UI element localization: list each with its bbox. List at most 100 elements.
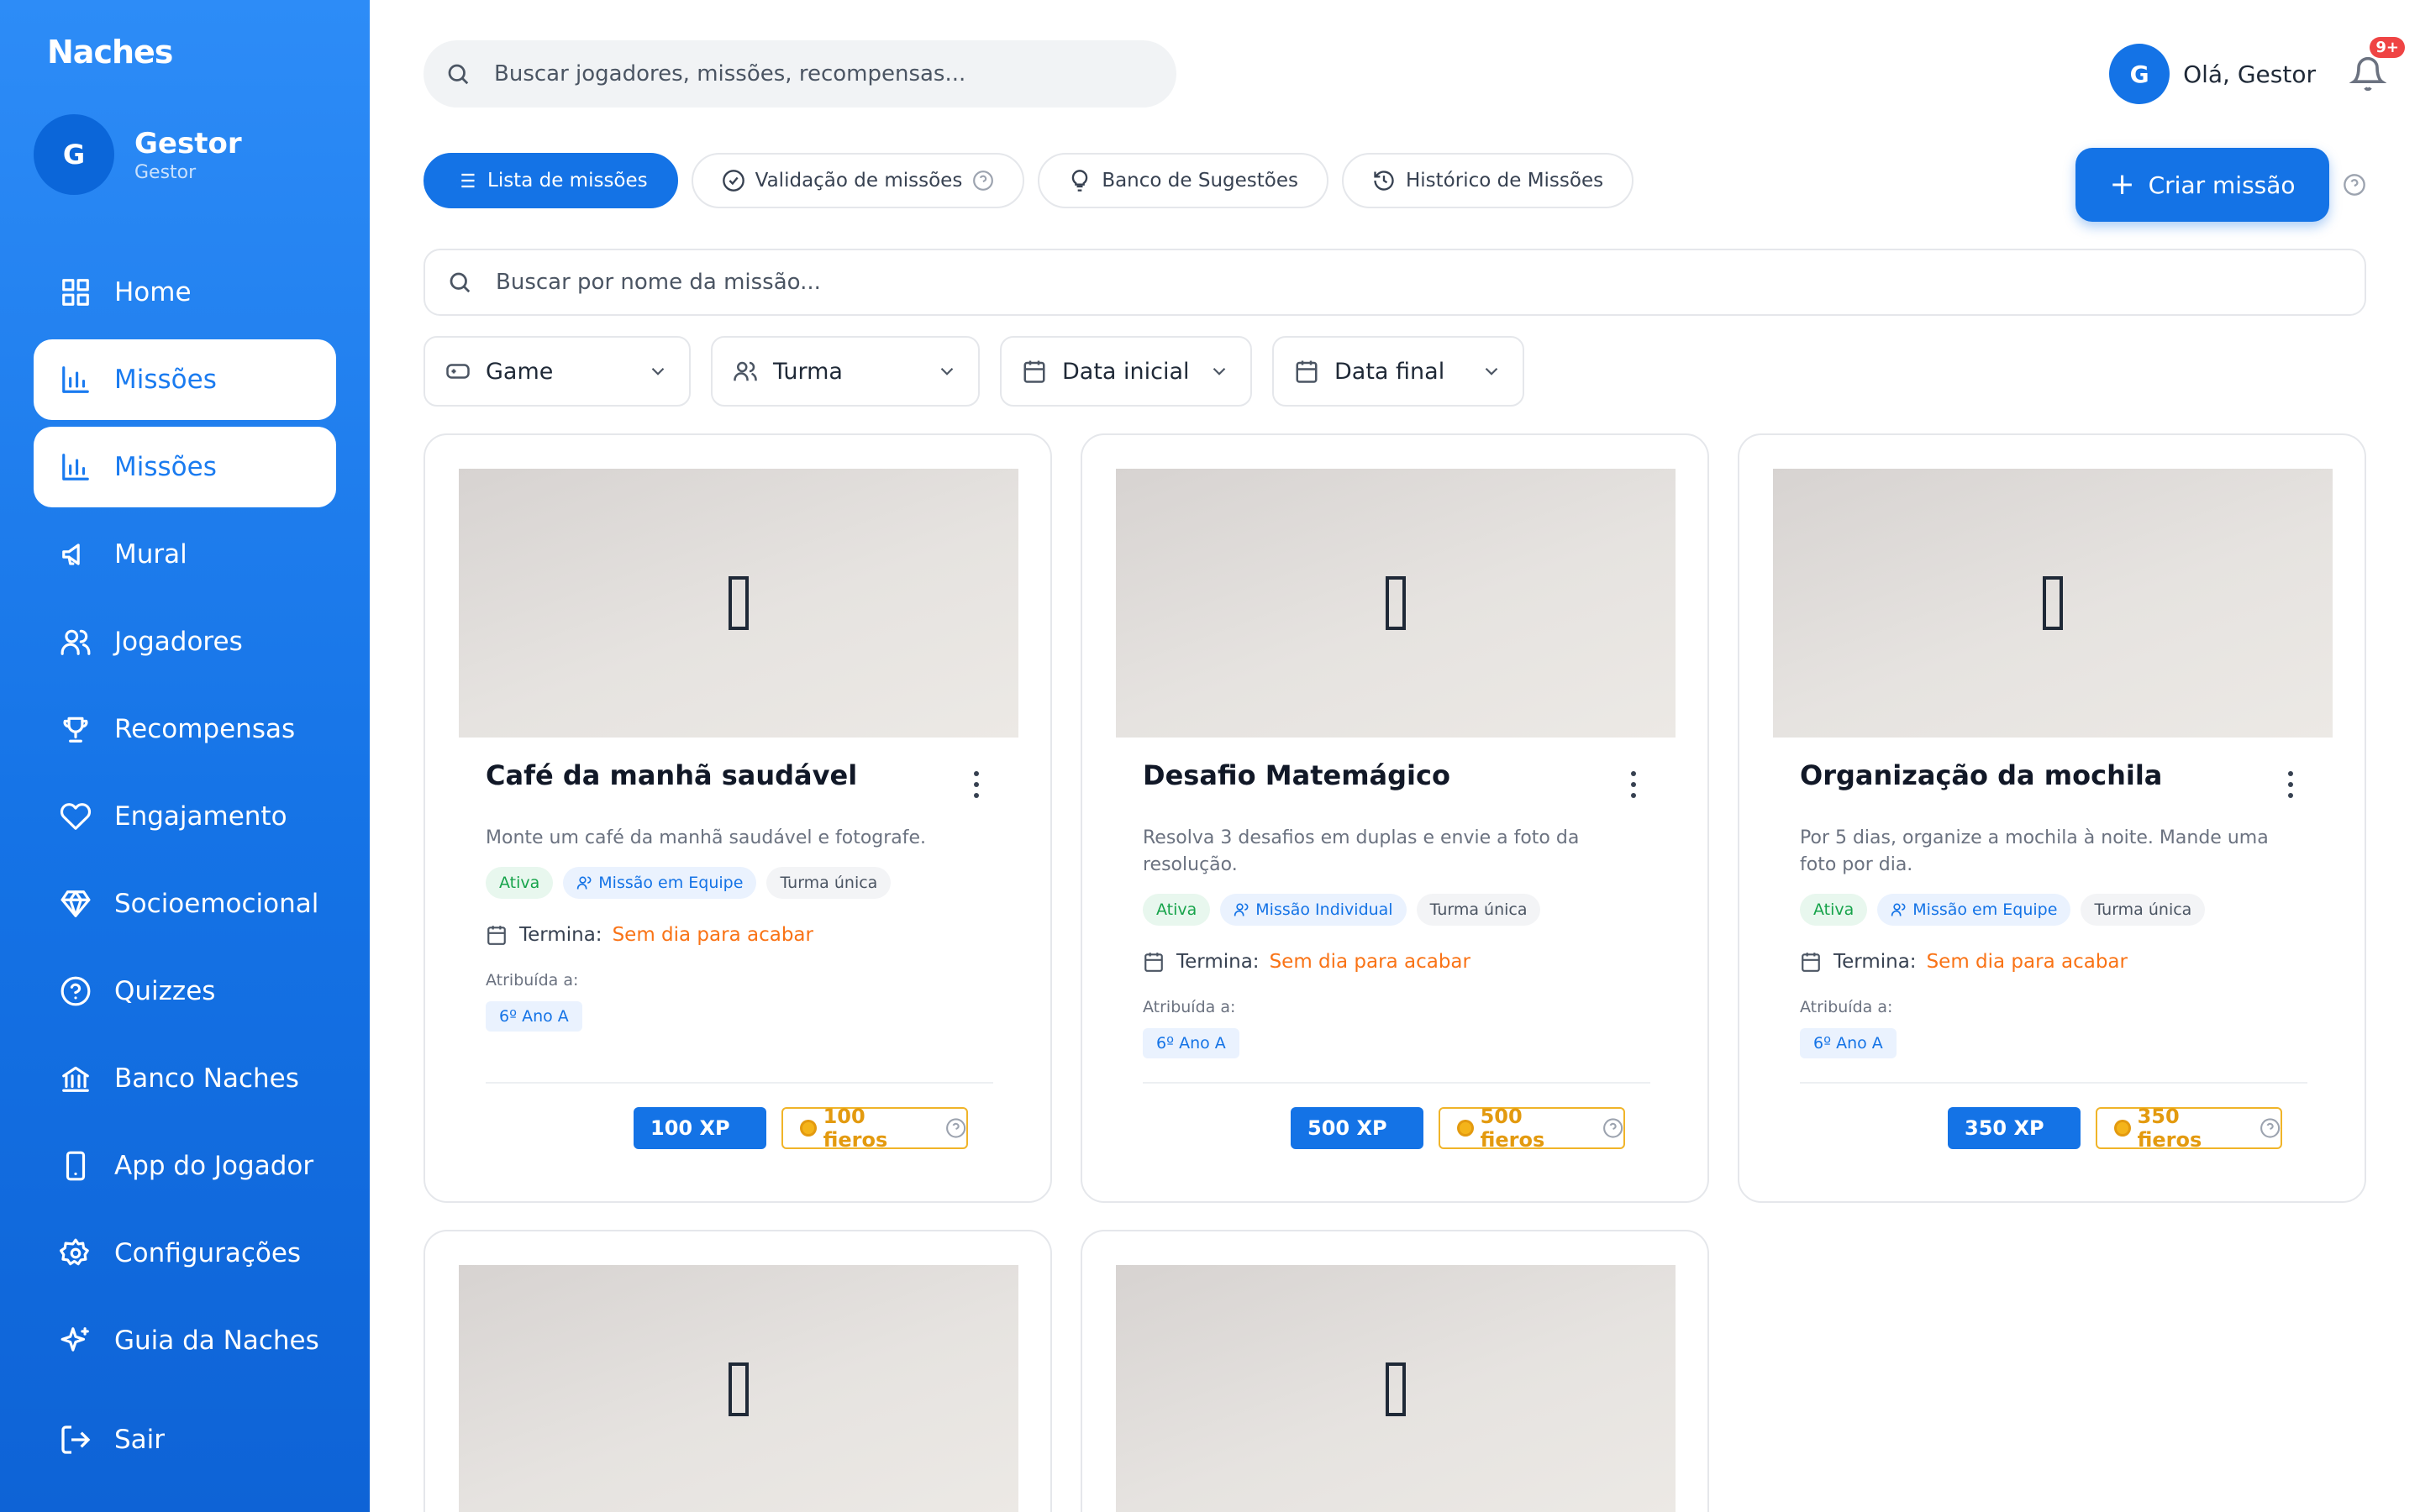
search-placeholder: Buscar por nome da missão... (496, 270, 821, 295)
tab-banco-sugestoes[interactable]: Banco de Sugestões (1038, 153, 1328, 208)
naches-logo[interactable]: Naches (47, 34, 173, 71)
logout-label: Sair (114, 1425, 166, 1455)
more-options-icon[interactable] (1625, 768, 1642, 801)
filter-bar: Game Turma Data inicial Data final (424, 336, 1544, 407)
mission-end-date: Termina: Sem dia para acabar (1143, 951, 1650, 973)
chevron-down-icon (1213, 367, 1226, 375)
assigned-label: Atribuída a: (486, 971, 579, 990)
sidebar-item-label: Missões (114, 452, 217, 482)
avatar[interactable]: G (2109, 44, 2170, 104)
tab-validacao-missoes[interactable]: Validação de missões (691, 153, 1025, 208)
sidebar-item-banco-naches[interactable]: Banco Naches (34, 1038, 336, 1119)
mission-tabs: Lista de missões Validação de missões Ba… (424, 153, 1647, 208)
tab-historico-missoes[interactable]: Histórico de Missões (1342, 153, 1634, 208)
sidebar: Naches G Gestor Gestor Home Missões Miss… (0, 0, 370, 1512)
users-icon (734, 361, 757, 381)
filter-data-final[interactable]: Data final (1272, 336, 1524, 407)
sidebar-item-app-jogador[interactable]: App do Jogador (34, 1126, 336, 1206)
sidebar-item-label: Socioemocional (114, 889, 319, 919)
search-icon (450, 272, 471, 293)
mission-image (459, 1265, 1018, 1512)
mission-end-date: Termina: Sem dia para acabar (1800, 951, 2307, 973)
help-icon[interactable] (2343, 173, 2366, 197)
filter-game[interactable]: Game (424, 336, 691, 407)
sidebar-item-recompensas[interactable]: Recompensas (34, 689, 336, 769)
filter-data-inicial[interactable]: Data inicial (1000, 336, 1252, 407)
users-icon (1891, 903, 1906, 916)
sidebar-item-home[interactable]: Home (34, 252, 336, 333)
gear-icon (59, 1236, 92, 1270)
chevron-down-icon (940, 367, 954, 375)
plus-icon: + (2109, 167, 2135, 202)
sidebar-item-label: App do Jogador (114, 1151, 314, 1181)
ends-label: Termina: (1176, 951, 1260, 973)
status-badge: Ativa (1143, 894, 1211, 926)
sidebar-item-missions-2[interactable]: Missões (34, 427, 336, 507)
xp-badge: 350 XP (1948, 1107, 2081, 1149)
broken-image-icon (2043, 576, 2063, 630)
coins-label: 100 fieros (823, 1105, 888, 1152)
mission-card[interactable]: Desafio Matemágico Resolva 3 desafios em… (1081, 433, 1709, 1203)
mission-card[interactable] (424, 1230, 1052, 1512)
tab-label: Validação de missões (755, 170, 963, 192)
chevron-down-icon (1485, 367, 1498, 375)
help-icon[interactable] (2260, 1117, 2281, 1139)
filter-turma[interactable]: Turma (711, 336, 980, 407)
sidebar-item-mural[interactable]: Mural (34, 514, 336, 595)
profile-name: Gestor (134, 126, 242, 160)
history-icon (1374, 171, 1394, 191)
mission-type-badge: Missão em Equipe (563, 867, 757, 899)
tab-label: Lista de missões (487, 170, 648, 192)
mission-card[interactable]: Café da manhã saudável Monte um café da … (424, 433, 1052, 1203)
sidebar-item-configuracoes[interactable]: Configurações (34, 1213, 336, 1294)
sidebar-item-jogadores[interactable]: Jogadores (34, 601, 336, 682)
trophy-icon (59, 712, 92, 746)
sidebar-item-label: Configurações (114, 1238, 302, 1268)
search-placeholder: Buscar jogadores, missões, recompensas..… (494, 61, 966, 87)
calendar-icon (1023, 360, 1045, 383)
search-icon (448, 64, 469, 85)
tab-lista-missoes[interactable]: Lista de missões (424, 153, 678, 208)
notifications-button[interactable]: 9+ (2349, 37, 2405, 92)
create-mission-button[interactable]: + Criar missão (2075, 148, 2329, 222)
sidebar-item-quizzes[interactable]: Quizzes (34, 951, 336, 1032)
more-options-icon[interactable] (2282, 768, 2299, 801)
sidebar-item-missions[interactable]: Missões (34, 339, 336, 420)
help-icon[interactable] (1602, 1117, 1623, 1139)
mission-card[interactable]: Organização da mochila Por 5 dias, organ… (1738, 433, 2366, 1203)
sidebar-item-label: Engajamento (114, 801, 287, 832)
sidebar-item-guia-naches[interactable]: Guia da Naches (34, 1300, 336, 1381)
logout-button[interactable]: Sair (59, 1423, 165, 1457)
coin-icon (2114, 1120, 2131, 1137)
scope-badge: Turma única (1416, 894, 1541, 926)
calendar-icon (487, 926, 506, 945)
mission-type-label: Missão em Equipe (1912, 900, 2058, 919)
mission-rewards: 100 XP 100 fieros (486, 1082, 993, 1152)
assigned-class-chip: 6º Ano A (1800, 1028, 1897, 1058)
more-options-icon[interactable] (968, 768, 985, 801)
filter-label: Data inicial (1062, 358, 1190, 385)
mission-search-input[interactable]: Buscar por nome da missão... (424, 249, 2366, 316)
users-icon (59, 625, 92, 659)
greeting: Olá, Gestor (2183, 60, 2316, 88)
bar-chart-icon (59, 363, 92, 396)
coins-label: 350 fieros (2137, 1105, 2202, 1152)
ends-label: Termina: (1833, 951, 1917, 973)
scope-badge: Turma única (766, 867, 892, 899)
broken-image-icon (1386, 576, 1406, 630)
global-search-input[interactable]: Buscar jogadores, missões, recompensas..… (424, 40, 1176, 108)
mission-title: Desafio Matemágico (1143, 759, 1450, 791)
mission-card[interactable] (1081, 1230, 1709, 1512)
sidebar-item-label: Jogadores (114, 627, 243, 657)
sidebar-item-label: Missões (114, 365, 217, 395)
help-icon[interactable] (945, 1117, 966, 1139)
ends-label: Termina: (519, 924, 602, 946)
coin-icon (1457, 1120, 1474, 1137)
sidebar-item-socioemocional[interactable]: Socioemocional (34, 864, 336, 944)
tab-label: Histórico de Missões (1406, 170, 1604, 192)
sidebar-item-label: Quizzes (114, 976, 216, 1006)
help-icon[interactable] (972, 170, 994, 192)
broken-image-icon (1386, 1362, 1406, 1416)
mission-description: Resolva 3 desafios em duplas e envie a f… (1143, 827, 1580, 875)
sidebar-item-engajamento[interactable]: Engajamento (34, 776, 336, 857)
